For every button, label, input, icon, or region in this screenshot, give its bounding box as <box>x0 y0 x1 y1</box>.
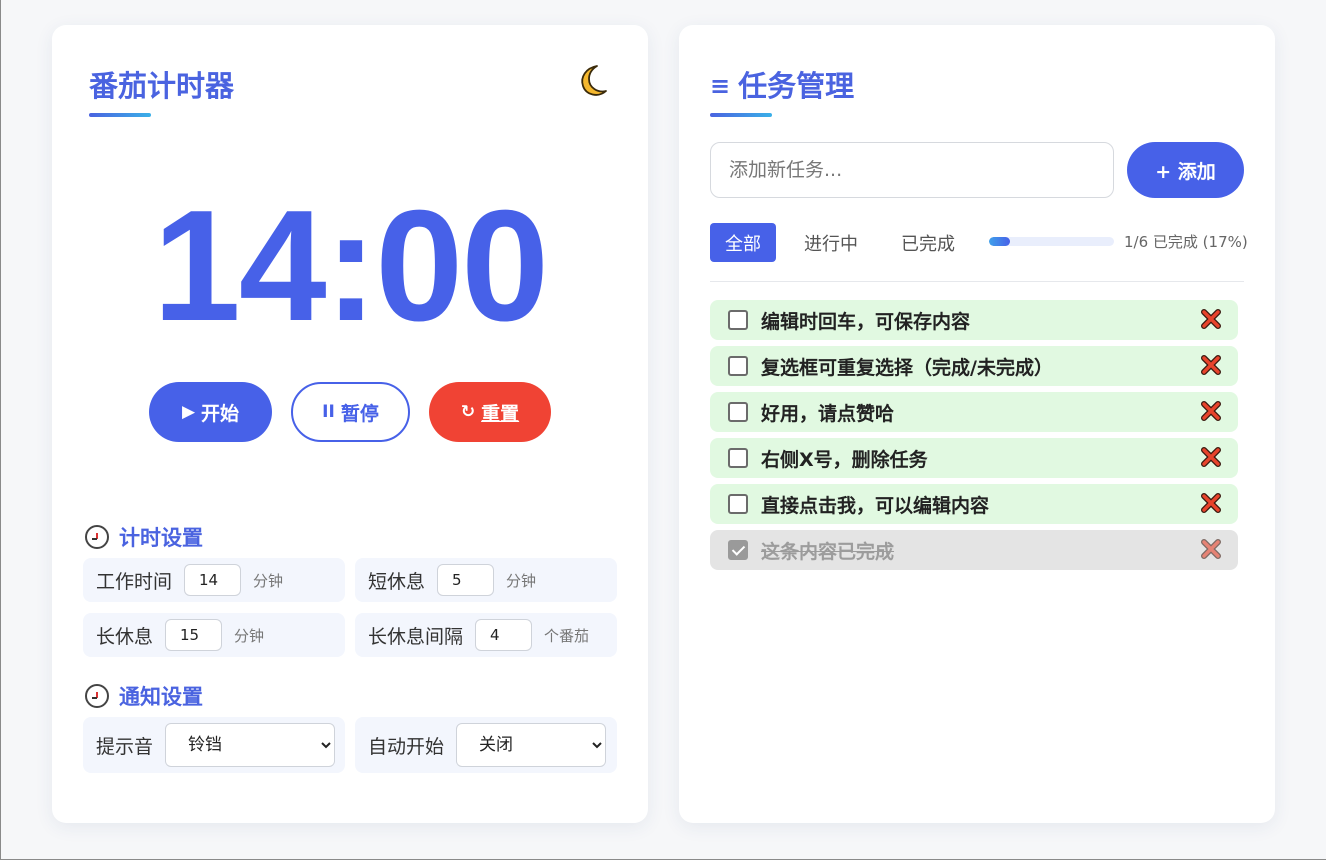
long-interval-unit: 个番茄 <box>544 626 590 645</box>
start-button[interactable]: ▶ 开始 <box>149 382 272 442</box>
auto-start-label: 自动开始 <box>368 735 445 758</box>
tab-active[interactable]: 进行中 <box>792 223 870 262</box>
delete-icon[interactable] <box>1200 308 1222 330</box>
work-time-input[interactable] <box>184 564 242 596</box>
notify-settings-title: 通知设置 <box>85 681 203 711</box>
work-time-unit: 分钟 <box>253 571 284 590</box>
timer-title: 番茄计时器 <box>89 69 235 103</box>
long-interval-setting: 长休息间隔 个番茄 <box>355 613 617 657</box>
pause-label: 暂停 <box>340 402 379 425</box>
task-checkbox[interactable] <box>728 448 748 468</box>
task-text[interactable]: 好用，请点赞哈 <box>761 399 894 426</box>
pause-button[interactable]: II 暂停 <box>291 382 410 442</box>
task-card: ≡任务管理 + 添加 全部 进行中 已完成 1/6 已完成 (17%) 编辑时回… <box>679 25 1275 823</box>
short-break-input[interactable] <box>437 564 495 596</box>
timing-settings-title: 计时设置 <box>85 522 203 552</box>
reset-button[interactable]: ↻ 重置 <box>429 382 551 442</box>
auto-start-select[interactable]: 关闭 <box>456 723 607 767</box>
task-text[interactable]: 右侧X号，删除任务 <box>761 445 928 472</box>
long-break-label: 长休息 <box>96 625 154 648</box>
notify-settings-label: 通知设置 <box>119 685 203 709</box>
sound-setting: 提示音 铃铛 <box>83 717 345 773</box>
task-title-label: 任务管理 <box>738 69 855 103</box>
task-text[interactable]: 编辑时回车，可保存内容 <box>761 307 970 334</box>
task-checkbox[interactable] <box>728 310 748 330</box>
list-icon: ≡ <box>710 72 731 100</box>
task-item: 直接点击我，可以编辑内容 <box>710 484 1238 524</box>
theme-toggle-button[interactable] <box>574 63 610 99</box>
short-break-unit: 分钟 <box>506 571 537 590</box>
progress-bar <box>989 237 1114 246</box>
long-break-input[interactable] <box>165 619 223 651</box>
task-checkbox[interactable] <box>728 402 748 422</box>
delete-icon[interactable] <box>1200 400 1222 422</box>
long-interval-label: 长休息间隔 <box>368 625 464 648</box>
clock-icon <box>85 684 109 708</box>
reset-label: 重置 <box>481 402 520 425</box>
task-checkbox[interactable] <box>728 540 748 560</box>
short-break-label: 短休息 <box>368 570 426 593</box>
timing-settings-label: 计时设置 <box>119 526 203 550</box>
auto-start-setting: 自动开始 关闭 <box>355 717 617 773</box>
task-checkbox[interactable] <box>728 356 748 376</box>
add-task-button[interactable]: + 添加 <box>1127 142 1244 198</box>
tab-all[interactable]: 全部 <box>710 223 776 262</box>
new-task-input[interactable] <box>710 142 1114 198</box>
delete-icon[interactable] <box>1200 538 1222 560</box>
long-break-unit: 分钟 <box>234 626 265 645</box>
short-break-setting: 短休息 分钟 <box>355 558 617 602</box>
work-time-label: 工作时间 <box>96 570 173 593</box>
task-item: 编辑时回车，可保存内容 <box>710 300 1238 340</box>
tab-done[interactable]: 已完成 <box>890 223 966 262</box>
work-time-setting: 工作时间 分钟 <box>83 558 345 602</box>
task-checkbox[interactable] <box>728 494 748 514</box>
sound-label: 提示音 <box>96 735 154 758</box>
task-title: ≡ 任务管理 <box>710 63 854 105</box>
task-item: 右侧X号，删除任务 <box>710 438 1238 478</box>
divider <box>710 281 1244 282</box>
delete-icon[interactable] <box>1200 354 1222 376</box>
delete-icon[interactable] <box>1200 492 1222 514</box>
start-label: 开始 <box>201 402 240 425</box>
sound-select[interactable]: 铃铛 <box>165 723 336 767</box>
task-list: 编辑时回车，可保存内容复选框可重复选择（完成/未完成） 好用，请点赞哈右侧X号，删… <box>710 300 1238 576</box>
task-item: 复选框可重复选择（完成/未完成） <box>710 346 1238 386</box>
title-underline <box>710 113 772 117</box>
task-text[interactable]: 直接点击我，可以编辑内容 <box>761 491 989 518</box>
title-underline <box>89 113 151 117</box>
progress-text: 1/6 已完成 (17%) <box>1124 233 1248 251</box>
long-interval-input[interactable] <box>475 619 533 651</box>
progress-fill <box>989 237 1011 246</box>
pause-icon: II <box>322 402 335 422</box>
delete-icon[interactable] <box>1200 446 1222 468</box>
moon-icon <box>581 65 607 96</box>
long-break-setting: 长休息 分钟 <box>83 613 345 657</box>
task-text[interactable]: 这条内容已完成 <box>761 537 894 564</box>
task-item: 好用，请点赞哈 <box>710 392 1238 432</box>
task-text[interactable]: 复选框可重复选择（完成/未完成） <box>761 353 1053 380</box>
reset-icon: ↻ <box>460 402 476 422</box>
task-item: 这条内容已完成 <box>710 530 1238 570</box>
timer-display: 14:00 <box>152 178 549 354</box>
timer-card: 番茄计时器 14:00 ▶ 开始 II 暂停 ↻ 重置 计时设置 工作时间 分钟… <box>52 25 648 823</box>
play-icon: ▶ <box>181 402 196 422</box>
clock-icon <box>85 525 109 549</box>
